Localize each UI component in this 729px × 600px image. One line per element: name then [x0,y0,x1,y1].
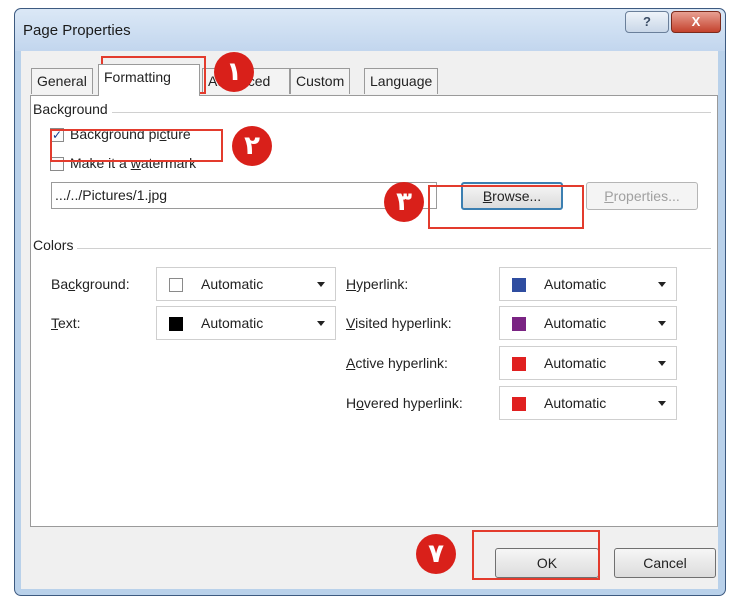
visited-hyperlink-color-value: Automatic [544,315,607,331]
help-button[interactable]: ? [625,11,669,33]
background-color-value: Automatic [201,276,264,292]
background-color-select[interactable]: Automatic [156,267,336,301]
background-group-label: Background [33,101,112,117]
hovered-hyperlink-color-value: Automatic [544,395,607,411]
chevron-down-icon [658,361,666,366]
browse-button-highlight [428,185,584,229]
hovered-hyperlink-color-swatch [512,397,526,411]
hyperlink-color-select[interactable]: Automatic [499,267,677,301]
chevron-down-icon [658,321,666,326]
colors-group-label: Colors [33,237,78,253]
tab-general[interactable]: General [31,68,93,94]
tab-formatting[interactable]: Formatting [98,64,200,96]
background-group-divider [36,112,711,113]
chevron-down-icon [317,321,325,326]
hovered-hyperlink-color-label: Hovered hyperlink: [346,395,463,411]
step-1-badge: ١ [214,52,254,92]
hyperlink-color-swatch [512,278,526,292]
visited-hyperlink-color-swatch [512,317,526,331]
visited-hyperlink-color-label: Visited hyperlink: [346,315,452,331]
hovered-hyperlink-color-select[interactable]: Automatic [499,386,677,420]
title-bar[interactable]: Page Properties ? X [15,9,725,51]
active-hyperlink-color-value: Automatic [544,355,607,371]
active-hyperlink-color-swatch [512,357,526,371]
close-button[interactable]: X [671,11,721,33]
step-7-badge: ٧ [416,534,456,574]
background-color-swatch [169,278,183,292]
dialog-title: Page Properties [23,22,131,39]
hyperlink-color-value: Automatic [544,276,607,292]
text-color-swatch [169,317,183,331]
page-properties-dialog: Page Properties ? X General Formatting A… [14,8,726,596]
properties-button[interactable]: Properties... [586,182,698,210]
hyperlink-color-label: Hyperlink: [346,276,409,292]
chevron-down-icon [658,282,666,287]
tab-language[interactable]: Language [364,68,439,94]
text-color-select[interactable]: Automatic [156,306,336,340]
visited-hyperlink-color-select[interactable]: Automatic [499,306,677,340]
active-hyperlink-color-label: Active hyperlink: [346,355,448,371]
active-hyperlink-color-select[interactable]: Automatic [499,346,677,380]
ok-button-highlight [472,530,600,580]
colors-group-divider [36,248,711,249]
step-3-badge: ٣ [384,182,424,222]
background-color-label: Background: [51,276,130,292]
chevron-down-icon [658,401,666,406]
cancel-button[interactable]: Cancel [614,548,716,578]
tab-custom[interactable]: Custom [290,68,351,94]
step-2-badge: ٢ [232,126,272,166]
text-color-value: Automatic [201,315,264,331]
background-picture-path-input[interactable]: .../../Pictures/1.jpg [51,182,437,209]
chevron-down-icon [317,282,325,287]
text-color-label: Text: [51,315,81,331]
background-picture-highlight [50,129,223,162]
